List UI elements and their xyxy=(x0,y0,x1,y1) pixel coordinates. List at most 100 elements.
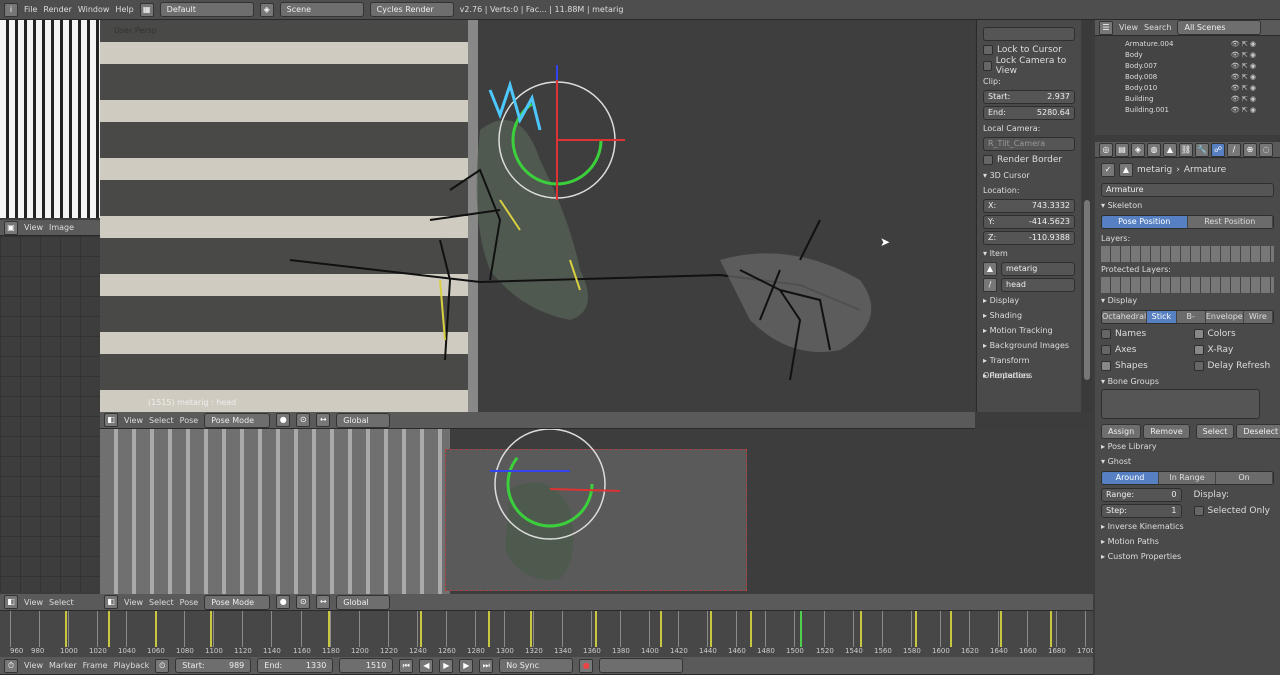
jump-end-icon[interactable]: ⏭ xyxy=(479,658,494,673)
timeline-type-icon[interactable]: ⏱ xyxy=(4,658,18,673)
transform-orientations-section[interactable]: ▸ Transform Orientations xyxy=(977,353,1081,380)
image-menu-view[interactable]: View xyxy=(24,223,43,232)
motion-paths-section[interactable]: ▸ Motion Paths xyxy=(1095,534,1280,549)
timeline-track[interactable] xyxy=(10,611,1086,647)
timeline-keyframe[interactable] xyxy=(65,611,67,647)
timeline-keyframe[interactable] xyxy=(710,611,712,647)
display-wire-button[interactable]: Wire xyxy=(1243,311,1273,323)
outliner-menu-view[interactable]: View xyxy=(1119,23,1138,32)
outliner-item[interactable]: Body 👁 ⇱ ◉ xyxy=(1095,50,1280,61)
outliner-item[interactable]: Body.008 👁 ⇱ ◉ xyxy=(1095,72,1280,83)
viewport-top-menu-view[interactable]: View xyxy=(124,416,143,425)
timeline-keyframe[interactable] xyxy=(328,611,330,647)
visibility-eye-icon[interactable]: 👁 ⇱ ◉ xyxy=(1231,61,1256,72)
motion-tracking-section[interactable]: ▸ Motion Tracking xyxy=(977,323,1081,338)
ghost-step-field[interactable]: Step: 1 xyxy=(1101,504,1182,518)
sync-select[interactable]: No Sync xyxy=(499,658,574,673)
timeline-menu-view[interactable]: View xyxy=(24,661,43,670)
lock-object-field[interactable] xyxy=(983,27,1075,41)
timeline-keyframe[interactable] xyxy=(530,611,532,647)
display-octahedral-button[interactable]: Octahedral xyxy=(1102,311,1148,323)
jump-start-icon[interactable]: ⏮ xyxy=(399,658,414,673)
n-panel-scrollbar[interactable] xyxy=(1082,20,1092,412)
scene-tab-icon[interactable]: ◈ xyxy=(1131,142,1145,157)
timeline-keyframe[interactable] xyxy=(800,611,802,647)
menu-help[interactable]: Help xyxy=(115,5,133,14)
timeline-menu-playback[interactable]: Playback xyxy=(114,661,150,670)
timeline-keyframe[interactable] xyxy=(660,611,662,647)
skeleton-section-header[interactable]: ▾ Skeleton xyxy=(1095,198,1280,213)
object-tab-icon[interactable]: ▲ xyxy=(1163,142,1177,157)
next-key-icon[interactable]: ▶ xyxy=(459,658,474,673)
preview-range-icon[interactable]: ⏲ xyxy=(155,658,170,673)
viewport-bottom-pivot-icon[interactable]: ⊙ xyxy=(296,595,311,609)
current-frame-field[interactable]: 1510 xyxy=(339,658,394,673)
ghost-on-keyframes-button[interactable]: On Keyframes xyxy=(1216,472,1273,484)
pose-library-section[interactable]: ▸ Pose Library xyxy=(1095,439,1280,454)
viewport-top-mode-select[interactable]: Pose Mode xyxy=(204,412,271,428)
bone-tab-icon[interactable]: / xyxy=(1227,142,1241,157)
cursor-z-field[interactable]: Z: -110.9388 xyxy=(983,231,1075,245)
menu-window[interactable]: Window xyxy=(78,5,110,14)
start-frame-field[interactable]: Start: 989 xyxy=(175,658,252,673)
protected-layers-grid[interactable] xyxy=(1101,277,1274,293)
viewport-bottom-manipulator-icon[interactable]: ↔ xyxy=(316,595,331,609)
manipulator-icon[interactable]: ↔ xyxy=(316,413,331,427)
timeline-keyframe[interactable] xyxy=(488,611,490,647)
ghost-in-range-button[interactable]: In Range xyxy=(1159,472,1216,484)
display-stick-button[interactable]: Stick xyxy=(1147,311,1177,323)
clip-end-field[interactable]: End: 5280.64 xyxy=(983,106,1075,120)
selected-only-checkbox[interactable] xyxy=(1193,506,1204,516)
display-section-header[interactable]: ▾ Display xyxy=(1095,293,1280,308)
timeline-keyframe[interactable] xyxy=(915,611,917,647)
constraints-tab-icon[interactable]: ⛓ xyxy=(1179,142,1193,157)
timeline-keyframe[interactable] xyxy=(750,611,752,647)
select-button[interactable]: Select xyxy=(1195,423,1235,439)
outliner-item[interactable]: Building 👁 ⇱ ◉ xyxy=(1095,94,1280,105)
item-object-field[interactable]: metarig xyxy=(1001,262,1075,276)
menu-file[interactable]: File xyxy=(24,5,37,14)
outliner-scenes-select[interactable]: All Scenes xyxy=(1177,20,1262,35)
pose-position-button[interactable]: Pose Position xyxy=(1102,216,1188,228)
timeline-keyframe[interactable] xyxy=(210,611,212,647)
assign-button[interactable]: Assign xyxy=(1101,423,1142,439)
editor-type-icon[interactable]: i xyxy=(4,2,18,17)
xray-checkbox[interactable] xyxy=(1193,345,1204,355)
world-tab-icon[interactable]: ◍ xyxy=(1147,142,1161,157)
pin-icon[interactable]: ✓ xyxy=(1101,163,1115,177)
viewport-top[interactable]: User Persp (1515) metarig : head ➤ xyxy=(100,20,975,412)
viewport-bottom-menu-view[interactable]: View xyxy=(124,598,143,607)
timeline-menu-frame[interactable]: Frame xyxy=(83,661,108,670)
armature-overlay[interactable] xyxy=(100,20,975,412)
outliner-item[interactable]: Body.010 👁 ⇱ ◉ xyxy=(1095,83,1280,94)
outliner-item[interactable]: Building.001 👁 ⇱ ◉ xyxy=(1095,105,1280,116)
shapes-checkbox[interactable] xyxy=(1101,361,1111,371)
bone-groups-list[interactable] xyxy=(1101,389,1260,419)
visibility-eye-icon[interactable]: 👁 ⇱ ◉ xyxy=(1231,105,1256,116)
ghost-around-frame-button[interactable]: Around Frame xyxy=(1102,472,1159,484)
axes-checkbox[interactable] xyxy=(1101,345,1111,355)
display-bbone-button[interactable]: B-Bone xyxy=(1176,311,1206,323)
rest-position-button[interactable]: Rest Position xyxy=(1187,216,1273,228)
layers-grid[interactable] xyxy=(1101,246,1274,262)
cursor-y-field[interactable]: Y: -414.5623 xyxy=(983,215,1075,229)
timeline-keyframe[interactable] xyxy=(860,611,862,647)
timeline-keyframe[interactable] xyxy=(595,611,597,647)
colors-checkbox[interactable] xyxy=(1193,329,1204,339)
viewport-top-orientation-select[interactable]: Global xyxy=(336,412,391,428)
render-border-checkbox[interactable] xyxy=(983,155,993,165)
viewport-editor-type-icon[interactable]: ◧ xyxy=(104,413,118,427)
timeline-keyframe[interactable] xyxy=(1000,611,1002,647)
outliner-type-icon[interactable]: ☰ xyxy=(1099,20,1113,35)
shading-section[interactable]: ▸ Shading xyxy=(977,308,1081,323)
bone-groups-section-header[interactable]: ▾ Bone Groups xyxy=(1095,374,1280,389)
timeline-menu-marker[interactable]: Marker xyxy=(49,661,77,670)
local-camera-field[interactable]: R_Tilt_Camera xyxy=(983,137,1075,151)
properties-section[interactable]: ▸ Properties xyxy=(977,368,1081,383)
layers-tab-icon[interactable]: ▤ xyxy=(1115,142,1129,157)
outliner-item[interactable]: Armature.004 👁 ⇱ ◉ xyxy=(1095,39,1280,50)
viewport-bottom-mode-select[interactable]: Pose Mode xyxy=(204,594,271,610)
timeline-area[interactable]: 960 980 1000 1020 1040 1060 1080 1100 1120 1140 11… xyxy=(0,611,1093,657)
bone-constraints-tab-icon[interactable]: ⊕ xyxy=(1243,142,1257,157)
display-section[interactable]: ▸ Display xyxy=(977,293,1081,308)
